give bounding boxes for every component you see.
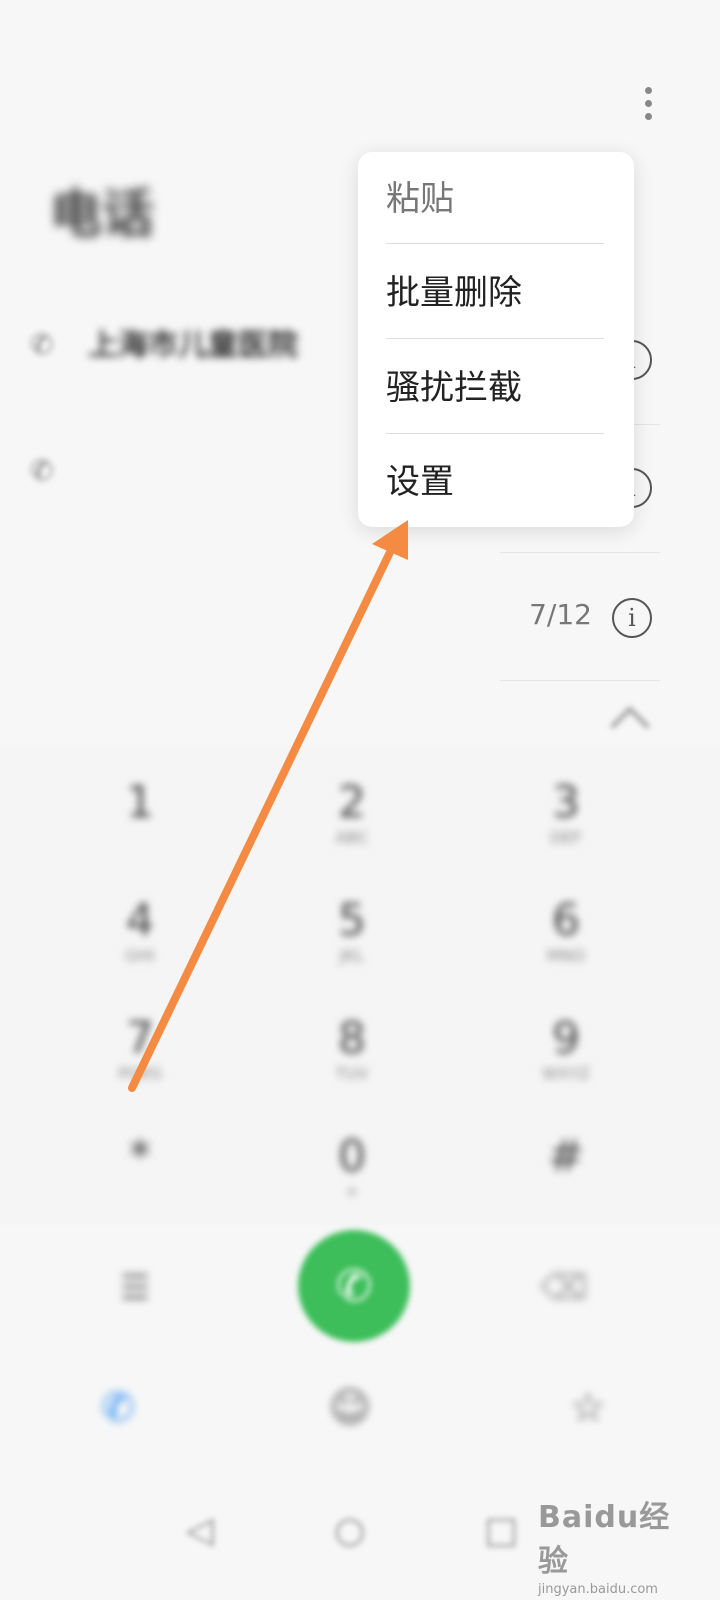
key-digit: 4 <box>126 895 154 946</box>
dial-key-5[interactable]: 5 JKL <box>252 863 452 973</box>
key-letters: PQRS <box>118 1064 162 1083</box>
menu-item-spam-block[interactable]: 骚扰拦截 <box>386 341 606 435</box>
key-digit: # <box>547 1131 585 1182</box>
dialpad-menu-icon[interactable]: ☰ <box>120 1268 150 1308</box>
key-digit: 3 <box>552 777 580 828</box>
backspace-icon[interactable]: ⌫ <box>540 1268 588 1308</box>
key-digit: 1 <box>126 777 154 828</box>
menu-divider <box>386 433 604 434</box>
dial-key-7[interactable]: 7 PQRS <box>40 981 240 1091</box>
tab-contacts[interactable]: ☺ <box>290 1385 410 1431</box>
baidu-watermark: Baidu经验 jingyan.baidu.com <box>538 1492 688 1597</box>
call-type-icon: ✆ <box>30 454 54 487</box>
collapse-icon[interactable] <box>610 706 650 746</box>
dial-action-row: ☰ ✆ ⌫ <box>0 1230 720 1350</box>
more-dot-icon <box>644 112 652 120</box>
key-digit: 7 <box>126 1013 154 1064</box>
key-letters: WXYZ <box>542 1064 590 1083</box>
dial-key-hash[interactable]: # <box>466 1099 666 1209</box>
dial-key-2[interactable]: 2 ABC <box>252 745 452 855</box>
dial-key-4[interactable]: 4 GHI <box>40 863 240 973</box>
tab-phone[interactable]: ✆ <box>58 1385 178 1431</box>
info-icon[interactable]: i <box>612 598 652 638</box>
menu-item-settings[interactable]: 设置 <box>386 435 606 529</box>
tab-favorites[interactable]: ☆ <box>528 1385 648 1431</box>
overflow-menu: 粘贴 批量删除 骚扰拦截 设置 <box>358 152 634 527</box>
more-options-button[interactable] <box>628 80 668 126</box>
phone-icon: ✆ <box>335 1260 373 1312</box>
home-icon[interactable]: ○ <box>334 1510 365 1551</box>
more-dot-icon <box>644 86 652 94</box>
page-title: 电话 <box>50 185 155 245</box>
row-divider <box>500 680 660 681</box>
key-letters: JKL <box>339 946 365 965</box>
key-digit: 9 <box>552 1013 580 1064</box>
call-date: 7/12 <box>529 598 592 631</box>
watermark-logo: Baidu经验 <box>538 1500 671 1579</box>
key-digit: 8 <box>338 1013 366 1064</box>
more-dot-icon <box>644 99 652 107</box>
caller-name: 上海市儿童医院 <box>88 328 298 363</box>
back-icon[interactable]: ◁ <box>186 1510 214 1551</box>
key-letters: DEF <box>550 828 582 847</box>
key-digit: 5 <box>338 895 366 946</box>
key-letters: MNO <box>546 946 586 965</box>
dial-key-1[interactable]: 1 <box>40 745 240 855</box>
dial-call-button[interactable]: ✆ <box>298 1230 410 1342</box>
menu-item-paste[interactable]: 粘贴 <box>386 152 606 246</box>
contacts-icon: ☺ <box>329 1385 371 1431</box>
key-digit: 0 <box>338 1131 366 1182</box>
dialpad: 1 2 ABC 3 DEF 4 GHI 5 JKL 6 MNO 7 PQRS 8 TUV 9W… <box>0 745 720 1225</box>
dial-key-6[interactable]: 6 MNO <box>466 863 666 973</box>
menu-item-batch-delete[interactable]: 批量删除 <box>386 246 606 340</box>
menu-divider <box>386 338 604 339</box>
key-letters: TUV <box>335 1064 369 1083</box>
recents-icon[interactable]: □ <box>484 1510 518 1551</box>
key-digit: 6 <box>552 895 580 946</box>
status-bar <box>0 0 720 50</box>
key-digit: 2 <box>338 777 366 828</box>
row-divider <box>500 552 660 553</box>
call-log-row[interactable]: 7/12 i <box>0 568 720 688</box>
key-letters: GHI <box>125 946 155 965</box>
watermark-url: jingyan.baidu.com <box>538 1582 658 1597</box>
favorites-icon: ☆ <box>570 1385 606 1431</box>
menu-divider <box>386 243 604 244</box>
call-type-icon: ✆ <box>30 328 54 361</box>
key-letters: + <box>345 1182 359 1201</box>
bottom-tab-bar: ✆ ☺ ☆ <box>0 1385 720 1475</box>
phone-icon: ✆ <box>101 1385 135 1431</box>
dial-key-0[interactable]: 0 + <box>252 1099 452 1209</box>
key-letters: ABC <box>335 828 369 847</box>
dial-key-star[interactable]: * <box>40 1099 240 1209</box>
dial-key-3[interactable]: 3 DEF <box>466 745 666 855</box>
key-digit: * <box>129 1131 151 1182</box>
dial-key-8[interactable]: 8 TUV <box>252 981 452 1091</box>
dial-key-9[interactable]: 9 WXYZ <box>466 981 666 1091</box>
